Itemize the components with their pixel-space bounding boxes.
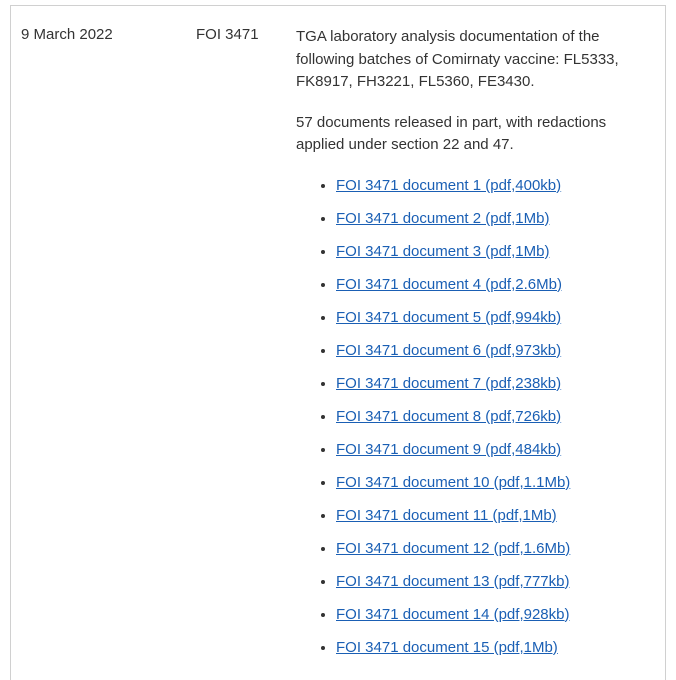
- document-link[interactable]: FOI 3471 document 8 (pdf,726kb): [336, 408, 561, 425]
- document-link[interactable]: FOI 3471 document 15 (pdf,1Mb): [336, 639, 558, 656]
- document-link[interactable]: FOI 3471 document 1 (pdf,400kb): [336, 177, 561, 194]
- document-link[interactable]: FOI 3471 document 11 (pdf,1Mb): [336, 507, 557, 524]
- list-item: FOI 3471 document 3 (pdf,1Mb): [336, 241, 645, 262]
- document-link[interactable]: FOI 3471 document 14 (pdf,928kb): [336, 606, 569, 623]
- list-item: FOI 3471 document 12 (pdf,1.6Mb): [336, 538, 645, 559]
- document-link[interactable]: FOI 3471 document 10 (pdf,1.1Mb): [336, 474, 570, 491]
- list-item: FOI 3471 document 1 (pdf,400kb): [336, 175, 645, 196]
- date-cell: 9 March 2022: [21, 26, 196, 670]
- foi-table: 9 March 2022 FOI 3471 TGA laboratory ana…: [10, 5, 666, 680]
- list-item: FOI 3471 document 7 (pdf,238kb): [336, 373, 645, 394]
- table-row: 9 March 2022 FOI 3471 TGA laboratory ana…: [11, 6, 665, 680]
- description-text: TGA laboratory analysis documentation of…: [296, 26, 645, 157]
- list-item: FOI 3471 document 8 (pdf,726kb): [336, 406, 645, 427]
- document-list: FOI 3471 document 1 (pdf,400kb) FOI 3471 …: [296, 175, 645, 658]
- list-item: FOI 3471 document 10 (pdf,1.1Mb): [336, 472, 645, 493]
- list-item: FOI 3471 document 4 (pdf,2.6Mb): [336, 274, 645, 295]
- list-item: FOI 3471 document 5 (pdf,994kb): [336, 307, 645, 328]
- date-text: 9 March 2022: [21, 26, 113, 43]
- list-item: FOI 3471 document 6 (pdf,973kb): [336, 340, 645, 361]
- document-link[interactable]: FOI 3471 document 4 (pdf,2.6Mb): [336, 276, 562, 293]
- description-cell: TGA laboratory analysis documentation of…: [296, 26, 655, 670]
- document-link[interactable]: FOI 3471 document 3 (pdf,1Mb): [336, 243, 549, 260]
- ref-text: FOI 3471: [196, 26, 259, 43]
- desc-paragraph-2: 57 documents released in part, with reda…: [296, 112, 645, 157]
- list-item: FOI 3471 document 11 (pdf,1Mb): [336, 505, 645, 526]
- document-link[interactable]: FOI 3471 document 9 (pdf,484kb): [336, 441, 561, 458]
- list-item: FOI 3471 document 15 (pdf,1Mb): [336, 637, 645, 658]
- desc-paragraph-1: TGA laboratory analysis documentation of…: [296, 26, 645, 94]
- list-item: FOI 3471 document 2 (pdf,1Mb): [336, 208, 645, 229]
- ref-cell: FOI 3471: [196, 26, 296, 670]
- document-link[interactable]: FOI 3471 document 13 (pdf,777kb): [336, 573, 569, 590]
- list-item: FOI 3471 document 13 (pdf,777kb): [336, 571, 645, 592]
- document-link[interactable]: FOI 3471 document 7 (pdf,238kb): [336, 375, 561, 392]
- document-link[interactable]: FOI 3471 document 5 (pdf,994kb): [336, 309, 561, 326]
- document-link[interactable]: FOI 3471 document 2 (pdf,1Mb): [336, 210, 549, 227]
- list-item: FOI 3471 document 9 (pdf,484kb): [336, 439, 645, 460]
- document-link[interactable]: FOI 3471 document 12 (pdf,1.6Mb): [336, 540, 570, 557]
- document-link[interactable]: FOI 3471 document 6 (pdf,973kb): [336, 342, 561, 359]
- list-item: FOI 3471 document 14 (pdf,928kb): [336, 604, 645, 625]
